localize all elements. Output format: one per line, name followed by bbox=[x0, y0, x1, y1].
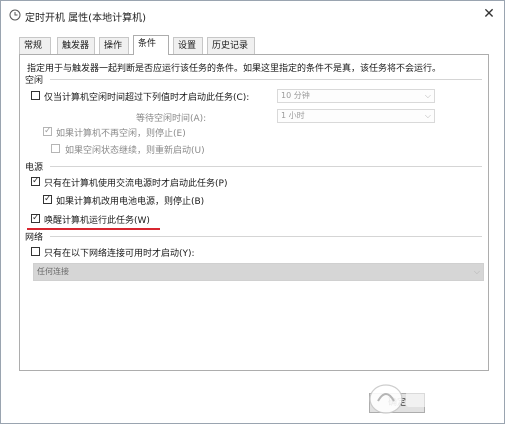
chevron-down-icon: ⌵ bbox=[473, 267, 480, 276]
network-connection-value: 任何连接 bbox=[37, 267, 69, 276]
tab-history[interactable]: 历史记录 bbox=[207, 37, 255, 54]
idle-divider bbox=[50, 79, 482, 80]
idle-duration-select[interactable]: 10 分钟 ⌵ bbox=[277, 89, 435, 103]
tab-conditions[interactable]: 条件 bbox=[133, 35, 169, 55]
checkmark-icon: ✓ bbox=[32, 213, 40, 223]
network-only-checkbox[interactable] bbox=[31, 247, 40, 256]
stop-on-battery-label: 如果计算机改用电池电源，则停止(B) bbox=[56, 197, 205, 207]
ac-power-only-label: 只有在计算机使用交流电源时才启动此任务(P) bbox=[44, 179, 228, 189]
network-divider bbox=[50, 236, 482, 237]
ac-power-only-checkbox[interactable]: ✓ bbox=[31, 176, 40, 186]
checkmark-icon: ✓ bbox=[44, 194, 52, 204]
conditions-panel: 指定用于与触发器一起判断是否应运行该任务的条件。如果这里指定的条件不是真，该任务… bbox=[19, 54, 489, 371]
wait-idle-label: 等待空闲时间(A): bbox=[136, 114, 207, 124]
tab-triggers[interactable]: 触发器 bbox=[57, 37, 95, 54]
power-section-header: 电源 bbox=[25, 163, 44, 173]
close-icon: ✕ bbox=[483, 6, 495, 22]
window-title: 定时开机 属性(本地计算机) bbox=[25, 13, 146, 24]
wake-computer-checkbox[interactable]: ✓ bbox=[31, 213, 40, 223]
highlight-underline bbox=[27, 228, 160, 230]
chevron-down-icon: ⌵ bbox=[424, 91, 431, 100]
wait-idle-select[interactable]: 1 小时 ⌵ bbox=[277, 109, 435, 123]
network-connection-select[interactable]: 任何连接 ⌵ bbox=[33, 263, 484, 281]
tab-settings[interactable]: 设置 bbox=[173, 37, 203, 54]
only-if-idle-checkbox[interactable] bbox=[31, 91, 40, 100]
wake-computer-label: 唤醒计算机运行此任务(W) bbox=[44, 216, 150, 226]
stop-if-not-idle-checkbox[interactable]: ✓ bbox=[43, 126, 52, 136]
wait-idle-value: 1 小时 bbox=[281, 111, 305, 120]
properties-dialog: 定时开机 属性(本地计算机) ✕ 常规 触发器 操作 条件 设置 历史记录 指定… bbox=[0, 0, 505, 424]
tab-strip: 常规 触发器 操作 条件 设置 历史记录 bbox=[19, 35, 489, 55]
checkmark-icon: ✓ bbox=[32, 176, 40, 186]
close-button[interactable]: ✕ bbox=[477, 3, 501, 25]
idle-section-header: 空闲 bbox=[25, 76, 44, 86]
chevron-down-icon: ⌵ bbox=[424, 111, 431, 120]
site-logo-icon bbox=[369, 384, 496, 414]
clock-icon bbox=[9, 9, 21, 21]
only-if-idle-label: 仅当计算机空闲时间超过下列值时才启动此任务(C): bbox=[44, 93, 250, 103]
network-only-label: 只有在以下网络连接可用时才启动(Y): bbox=[44, 249, 195, 259]
description-text: 指定用于与触发器一起判断是否应运行该任务的条件。如果这里指定的条件不是真，该任务… bbox=[27, 64, 442, 74]
checkmark-icon: ✓ bbox=[44, 126, 52, 136]
stop-on-battery-checkbox[interactable]: ✓ bbox=[43, 194, 52, 204]
power-divider bbox=[50, 166, 482, 167]
restart-if-idle-label: 如果空闲状态继续，则重新启动(U) bbox=[65, 146, 205, 156]
idle-duration-value: 10 分钟 bbox=[281, 91, 310, 100]
tab-general[interactable]: 常规 bbox=[19, 37, 51, 54]
network-section-header: 网络 bbox=[25, 233, 44, 243]
restart-if-idle-checkbox[interactable] bbox=[51, 144, 60, 153]
title-bar[interactable]: 定时开机 属性(本地计算机) ✕ bbox=[1, 1, 504, 29]
tab-actions[interactable]: 操作 bbox=[99, 37, 129, 54]
stop-if-not-idle-label: 如果计算机不再空闲，则停止(E) bbox=[56, 129, 186, 139]
